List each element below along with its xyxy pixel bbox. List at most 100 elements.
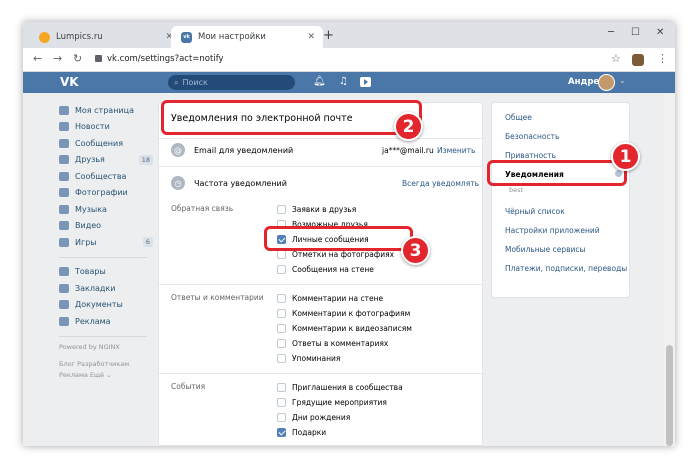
events-section-label: События [171, 382, 206, 391]
bookmarks-icon [59, 283, 69, 293]
tab-settings[interactable]: vk Мои настройки ✕ [171, 26, 323, 48]
ads-icon [59, 316, 69, 326]
maximize-icon[interactable]: ☐ [631, 27, 640, 38]
checkbox[interactable] [277, 293, 286, 303]
reload-icon[interactable]: ↻ [73, 52, 82, 65]
checkbox-birthdays[interactable]: Дни рождения [277, 411, 350, 423]
menu-item-communities[interactable]: Сообщества [59, 168, 153, 185]
highlight-notifications-nav [487, 160, 627, 186]
frequency-label: Частота уведомлений [194, 179, 287, 188]
tab-lumpics[interactable]: Lumpics.ru ✕ [29, 26, 181, 48]
checkbox[interactable] [277, 323, 286, 333]
nav-mobile-services[interactable]: Мобильные сервисы [505, 245, 585, 254]
menu-item-photos[interactable]: Фотографии [59, 185, 153, 202]
checkbox-friend-requests[interactable]: Заявки в друзья [277, 203, 356, 215]
close-icon[interactable]: ✕ [307, 32, 315, 42]
menu-item-friends[interactable]: Друзья 18 [59, 152, 153, 169]
games-icon [59, 237, 69, 247]
friends-icon [59, 155, 69, 165]
menu-item-label: Новости [75, 122, 110, 132]
nav-privacy[interactable]: Приватность [505, 151, 556, 160]
menu-item-music[interactable]: Музыка [59, 201, 153, 218]
menu-item-goods[interactable]: Товары [59, 264, 153, 281]
checkbox-mentions[interactable]: Упоминания [277, 352, 340, 364]
menu-item-news[interactable]: Новости [59, 119, 153, 136]
address-bar: ← → ↻ vk.com/settings?act=notify ☆ ⋮ [23, 48, 675, 72]
callout-badge-2: 2 [394, 112, 423, 141]
divider [159, 373, 484, 374]
minimize-icon[interactable]: ─ [608, 27, 614, 38]
window-close-icon[interactable]: ✕ [656, 27, 664, 38]
vk-header: VK ⌕ Поиск 🔔︎ ♫ Андрей ⌄ [23, 72, 675, 93]
messages-icon [59, 138, 69, 148]
communities-icon [59, 171, 69, 181]
music-icon[interactable]: ♫ [339, 76, 348, 87]
documents-icon [59, 300, 69, 310]
back-icon[interactable]: ← [33, 52, 42, 65]
avatar[interactable] [598, 74, 615, 91]
play-icon[interactable] [360, 77, 371, 87]
feedback-section-label: Обратная связь [171, 204, 234, 213]
menu-item-bookmarks[interactable]: Закладки [59, 280, 153, 297]
extension-icon[interactable] [632, 54, 644, 66]
scrollbar-thumb[interactable] [666, 345, 673, 446]
checkbox-gifts[interactable]: Подарки [277, 426, 326, 438]
frequency-dropdown[interactable]: Всегда уведомлять [402, 179, 479, 188]
menu-item-documents[interactable]: Документы [59, 297, 153, 314]
menu-item-label: Сообщества [75, 171, 127, 181]
nav-blacklist[interactable]: Чёрный список [505, 207, 565, 216]
menu-item-games[interactable]: Игры 6 [59, 234, 153, 251]
nav-security[interactable]: Безопасность [505, 132, 559, 141]
divider [59, 256, 147, 258]
nav-general[interactable]: Общее [505, 113, 532, 122]
checkbox-community-invites[interactable]: Приглашения в сообщества [277, 381, 403, 393]
checkbox-label: Комментарии на стене [292, 293, 384, 303]
footer-links[interactable]: Блог Разработчикам Реклама Ещё ⌄ [59, 359, 153, 381]
settings-nav: Общее Безопасность Приватность Уведомлен… [491, 102, 630, 298]
menu-item-messages[interactable]: Сообщения [59, 135, 153, 152]
menu-item-video[interactable]: Видео [59, 218, 153, 235]
settings-panel: Уведомления по электронной почте @ Email… [158, 102, 484, 446]
new-tab-icon[interactable]: + [323, 28, 334, 43]
comments-section-label: Ответы и комментарии [171, 293, 264, 302]
menu-item-label: Моя страница [75, 105, 134, 115]
photos-icon [59, 188, 69, 198]
vk-logo[interactable]: VK [60, 75, 79, 89]
menu-icon[interactable]: ⋮ [657, 52, 668, 65]
forward-icon[interactable]: → [53, 52, 62, 65]
scrollbar[interactable] [664, 93, 675, 446]
footer-line[interactable]: Блог Разработчикам [59, 359, 153, 370]
lock-icon [95, 55, 102, 62]
checkbox-photo-comments[interactable]: Комментарии к фотографиям [277, 307, 410, 319]
menu-item-ads[interactable]: Реклама [59, 313, 153, 330]
bookmark-star-icon[interactable]: ☆ [611, 52, 621, 65]
search-icon: ⌕ [174, 77, 179, 87]
bell-icon[interactable]: 🔔︎ [313, 76, 326, 87]
checkbox[interactable] [277, 412, 286, 422]
nav-app-settings[interactable]: Настройки приложений [505, 226, 600, 235]
checkbox[interactable] [277, 338, 286, 348]
change-email-link[interactable]: Изменить [437, 146, 475, 155]
checkbox[interactable] [277, 427, 286, 437]
checkbox-comment-replies[interactable]: Ответы в комментариях [277, 337, 388, 349]
checkbox[interactable] [277, 382, 286, 392]
nav-payments[interactable]: Платежи, подписки, переводы [505, 264, 627, 273]
checkbox[interactable] [277, 204, 286, 214]
checkbox[interactable] [277, 353, 286, 363]
url-field[interactable]: vk.com/settings?act=notify [107, 54, 224, 64]
menu-item-label: Видео [75, 221, 102, 231]
checkbox-wall-posts[interactable]: Сообщения на стене [277, 263, 374, 275]
checkbox[interactable] [277, 397, 286, 407]
menu-item-my-page[interactable]: Моя страница [59, 102, 153, 119]
search-input[interactable]: ⌕ Поиск [168, 75, 295, 90]
goods-icon [59, 267, 69, 277]
checkbox[interactable] [277, 308, 286, 318]
footer-line[interactable]: Реклама Ещё ⌄ [59, 370, 153, 381]
chevron-down-icon[interactable]: ⌄ [619, 76, 626, 85]
divider [59, 335, 147, 337]
checkbox-upcoming-events[interactable]: Грядущие мероприятия [277, 396, 387, 408]
checkbox-video-comments[interactable]: Комментарии к видеозаписям [277, 322, 412, 334]
lumpics-favicon-icon [39, 31, 50, 43]
checkbox[interactable] [277, 264, 286, 274]
checkbox-wall-comments[interactable]: Комментарии на стене [277, 292, 383, 304]
